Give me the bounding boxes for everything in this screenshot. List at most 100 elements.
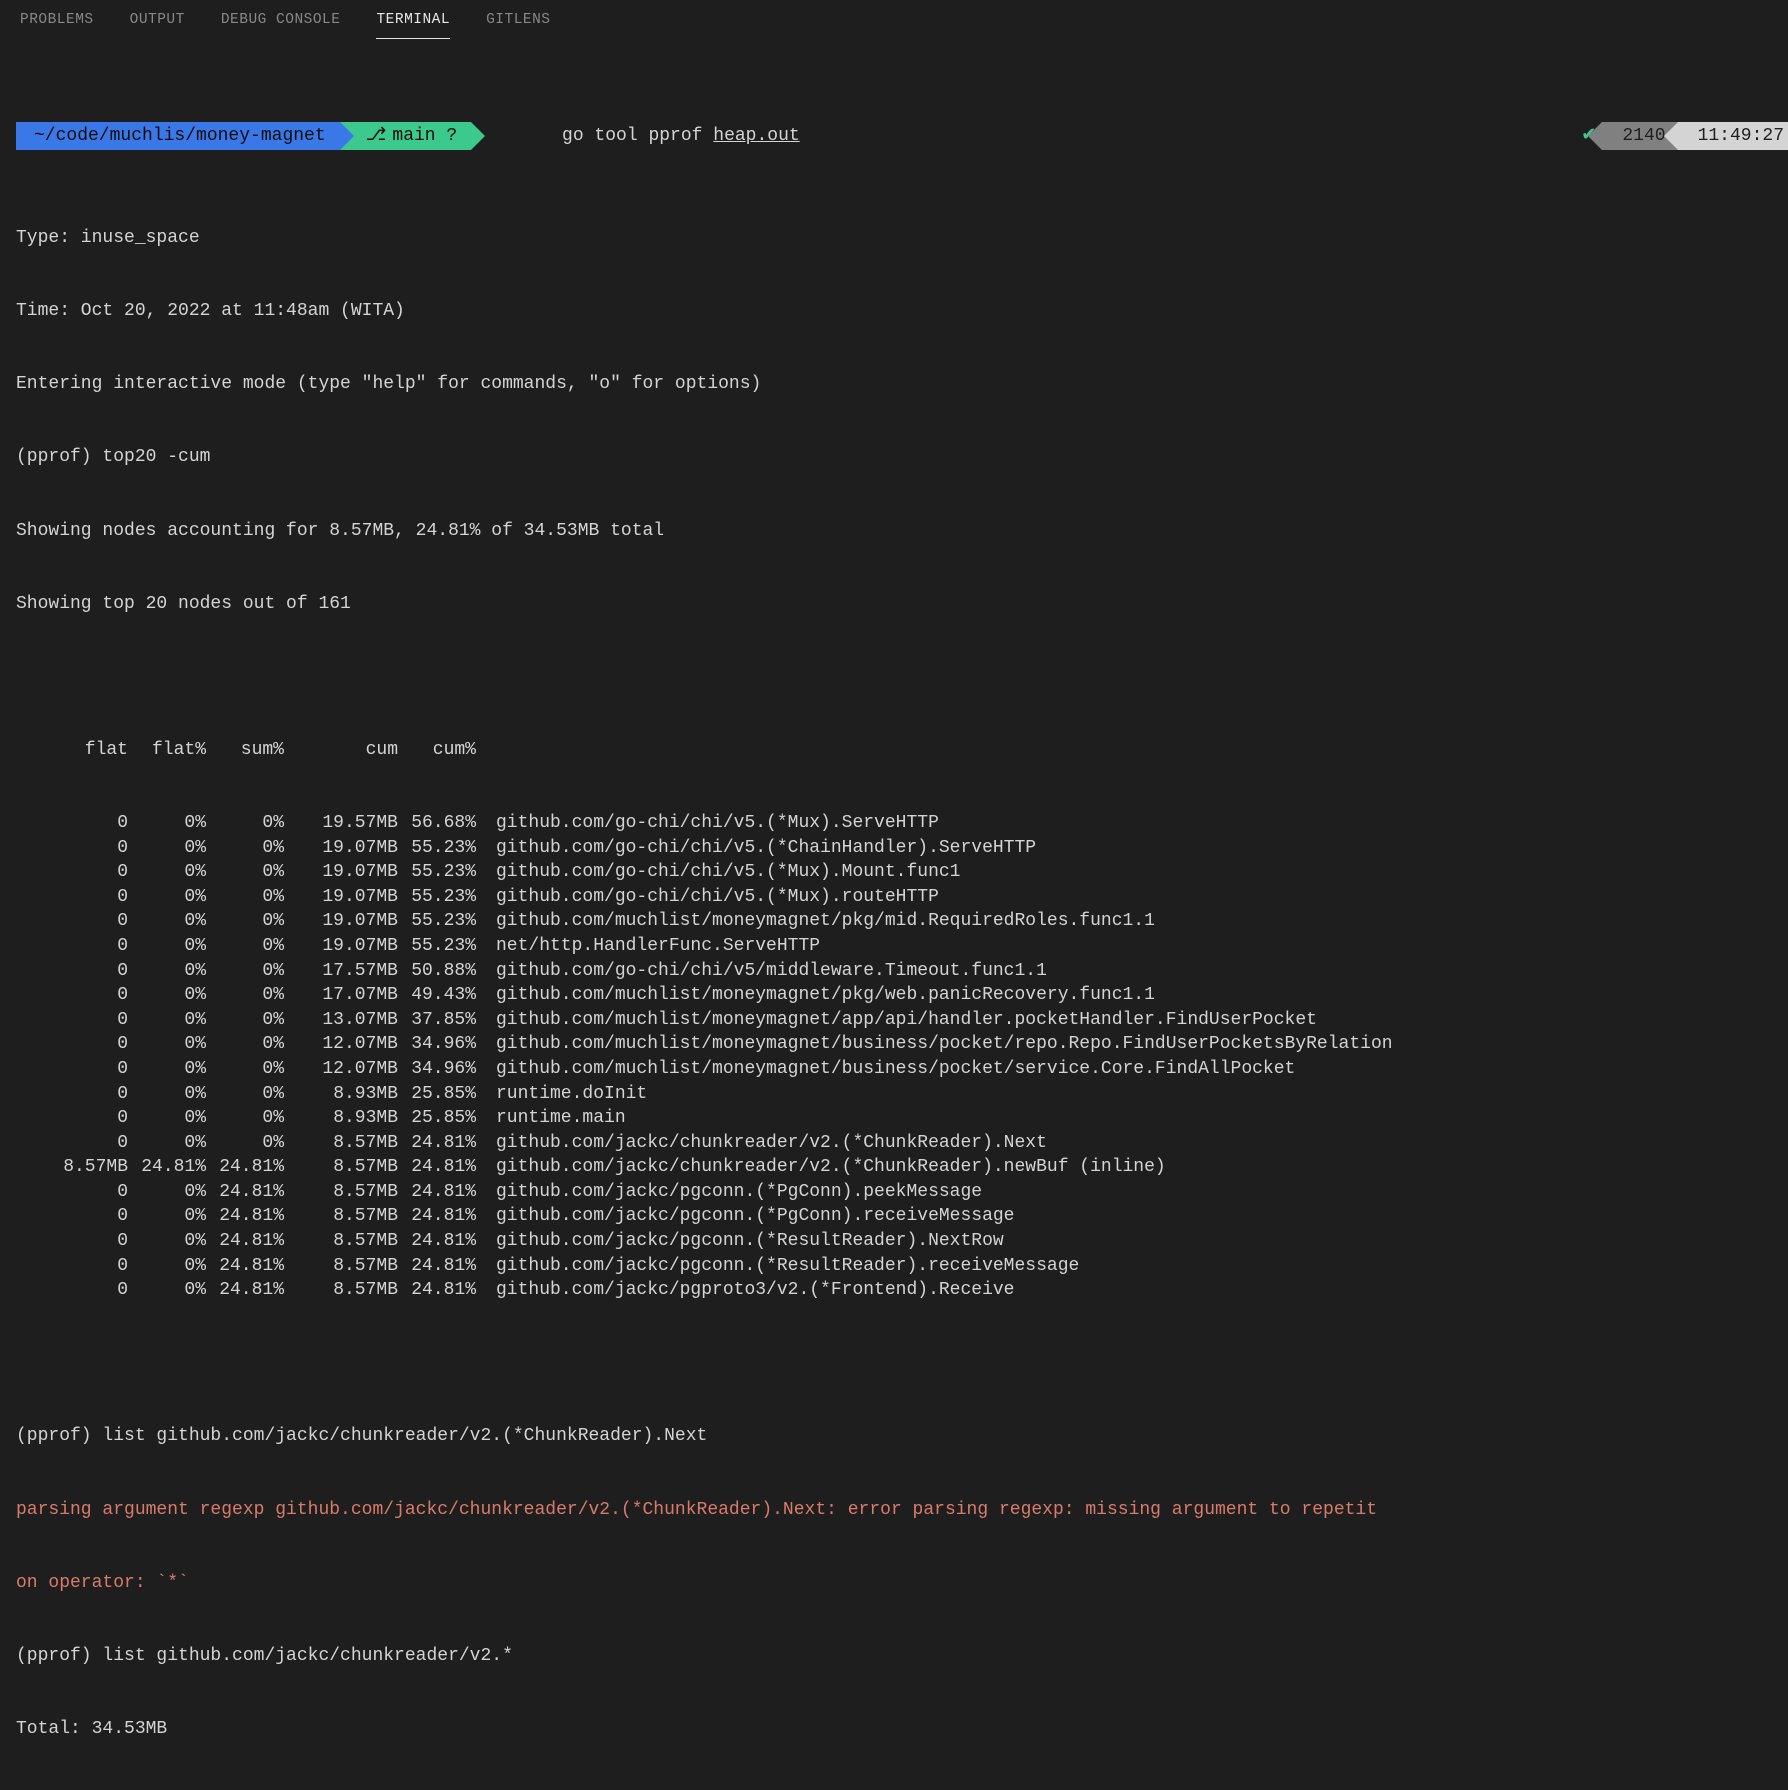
cell-flat: 0: [16, 1032, 128, 1057]
cell-flat: 0: [16, 836, 128, 861]
pprof-list-command: (pprof) list github.com/jackc/chunkreade…: [16, 1424, 1788, 1449]
pprof-data-row: 00%0%19.57MB56.68%github.com/go-chi/chi/…: [16, 811, 1788, 836]
cell-sump: 0%: [206, 1106, 284, 1131]
pprof-data-row: 00%0%8.93MB25.85%runtime.main: [16, 1106, 1788, 1131]
cell-flat: 0: [16, 959, 128, 984]
cell-fn: github.com/jackc/chunkreader/v2.(*ChunkR…: [476, 1155, 1788, 1180]
pprof-data-row: 00%24.81%8.57MB24.81%github.com/jackc/pg…: [16, 1180, 1788, 1205]
cell-flat: 0: [16, 1106, 128, 1131]
cell-cum: 13.07MB: [284, 1008, 398, 1033]
pprof-header-line: Showing nodes accounting for 8.57MB, 24.…: [16, 519, 1788, 544]
cell-flat: 0: [16, 860, 128, 885]
col-flatp-header: flat%: [128, 738, 206, 763]
cell-cump: 24.81%: [398, 1180, 476, 1205]
cell-flat: 0: [16, 811, 128, 836]
cell-fn: github.com/go-chi/chi/v5.(*ChainHandler)…: [476, 836, 1788, 861]
cell-cump: 25.85%: [398, 1082, 476, 1107]
prompt-right-status: ✔ 2140 11:49:27: [1573, 122, 1788, 150]
cell-flat: 0: [16, 1057, 128, 1082]
pprof-header-line: Time: Oct 20, 2022 at 11:48am (WITA): [16, 299, 1788, 324]
panel-tabs: PROBLEMS OUTPUT DEBUG CONSOLE TERMINAL G…: [0, 0, 1788, 40]
col-cum-header: cum: [284, 738, 398, 763]
status-time: 11:49:27: [1678, 122, 1788, 150]
pprof-data-row: 00%0%19.07MB55.23%github.com/go-chi/chi/…: [16, 836, 1788, 861]
cell-flat: 0: [16, 1204, 128, 1229]
col-sump-header: sum%: [206, 738, 284, 763]
cell-cum: 19.07MB: [284, 909, 398, 934]
cell-flat: 0: [16, 1278, 128, 1303]
cell-flat: 0: [16, 909, 128, 934]
cell-fn: net/http.HandlerFunc.ServeHTTP: [476, 934, 1788, 959]
cell-cum: 8.93MB: [284, 1082, 398, 1107]
pprof-data-row: 00%0%17.07MB49.43%github.com/muchlist/mo…: [16, 983, 1788, 1008]
tab-debug-console[interactable]: DEBUG CONSOLE: [221, 1, 341, 39]
pprof-data-row: 00%0%8.93MB25.85%runtime.doInit: [16, 1082, 1788, 1107]
cell-sump: 0%: [206, 836, 284, 861]
cell-cum: 8.57MB: [284, 1155, 398, 1180]
cell-sump: 24.81%: [206, 1254, 284, 1279]
cell-flatp: 0%: [128, 909, 206, 934]
cell-cump: 37.85%: [398, 1008, 476, 1033]
cell-cump: 49.43%: [398, 983, 476, 1008]
cell-fn: github.com/muchlist/moneymagnet/app/api/…: [476, 1008, 1788, 1033]
cell-flat: 0: [16, 983, 128, 1008]
cell-flatp: 0%: [128, 1229, 206, 1254]
pprof-data-row: 00%0%13.07MB37.85%github.com/muchlist/mo…: [16, 1008, 1788, 1033]
pprof-data-row: 00%0%19.07MB55.23%github.com/go-chi/chi/…: [16, 860, 1788, 885]
cell-flat: 0: [16, 1229, 128, 1254]
cell-cum: 19.07MB: [284, 836, 398, 861]
pprof-error-line: on operator: `*`: [16, 1571, 1788, 1596]
pprof-header-line: (pprof) top20 -cum: [16, 445, 1788, 470]
cell-cum: 8.57MB: [284, 1254, 398, 1279]
cell-cump: 25.85%: [398, 1106, 476, 1131]
tab-output[interactable]: OUTPUT: [130, 1, 185, 39]
pprof-data-row: 00%24.81%8.57MB24.81%github.com/jackc/pg…: [16, 1254, 1788, 1279]
col-flat-header: flat: [16, 738, 128, 763]
cell-cump: 55.23%: [398, 836, 476, 861]
cell-sump: 0%: [206, 934, 284, 959]
tab-problems[interactable]: PROBLEMS: [20, 1, 94, 39]
cell-sump: 0%: [206, 860, 284, 885]
cell-flatp: 0%: [128, 811, 206, 836]
cell-flatp: 0%: [128, 1032, 206, 1057]
cell-flatp: 0%: [128, 1278, 206, 1303]
pprof-data-row: 00%24.81%8.57MB24.81%github.com/jackc/pg…: [16, 1229, 1788, 1254]
cell-fn: github.com/jackc/pgconn.(*ResultReader).…: [476, 1229, 1788, 1254]
cell-cump: 24.81%: [398, 1204, 476, 1229]
tab-gitlens[interactable]: GITLENS: [486, 1, 550, 39]
cell-cump: 55.23%: [398, 860, 476, 885]
tab-terminal[interactable]: TERMINAL: [376, 1, 450, 40]
pprof-header-line: Entering interactive mode (type "help" f…: [16, 372, 1788, 397]
cell-fn: github.com/muchlist/moneymagnet/business…: [476, 1057, 1788, 1082]
cell-cum: 19.07MB: [284, 934, 398, 959]
cell-cump: 55.23%: [398, 909, 476, 934]
shell-prompt: ~/code/muchlis/money-magnet ⎇ main ? go …: [16, 121, 1788, 151]
cell-cump: 24.81%: [398, 1278, 476, 1303]
pprof-data-row: 00%0%12.07MB34.96%github.com/muchlist/mo…: [16, 1032, 1788, 1057]
col-fn-header: [476, 738, 1788, 763]
cell-cump: 24.81%: [398, 1229, 476, 1254]
prompt-branch-segment: ⎇ main ?: [340, 122, 472, 150]
cell-sump: 24.81%: [206, 1155, 284, 1180]
cell-sump: 24.81%: [206, 1180, 284, 1205]
pprof-list-command: (pprof) list github.com/jackc/chunkreade…: [16, 1644, 1788, 1669]
cell-cump: 24.81%: [398, 1155, 476, 1180]
cell-fn: runtime.main: [476, 1106, 1788, 1131]
cell-cum: 12.07MB: [284, 1032, 398, 1057]
git-branch-icon: ⎇: [366, 124, 387, 148]
cell-flat: 0: [16, 885, 128, 910]
cell-fn: github.com/go-chi/chi/v5.(*Mux).Mount.fu…: [476, 860, 1788, 885]
cell-cum: 19.57MB: [284, 811, 398, 836]
cell-flat: 0: [16, 1008, 128, 1033]
cell-fn: github.com/go-chi/chi/v5/middleware.Time…: [476, 959, 1788, 984]
cell-fn: github.com/muchlist/moneymagnet/business…: [476, 1032, 1788, 1057]
pprof-data-row: 00%0%19.07MB55.23%net/http.HandlerFunc.S…: [16, 934, 1788, 959]
pprof-error-line: parsing argument regexp github.com/jackc…: [16, 1498, 1788, 1523]
command-line: go tool pprof heap.out: [497, 99, 799, 172]
cell-cum: 8.57MB: [284, 1229, 398, 1254]
col-cump-header: cum%: [398, 738, 476, 763]
cell-sump: 0%: [206, 1032, 284, 1057]
cell-flatp: 0%: [128, 1082, 206, 1107]
terminal-output[interactable]: ~/code/muchlis/money-magnet ⎇ main ? go …: [0, 40, 1788, 1790]
cell-flatp: 0%: [128, 1057, 206, 1082]
